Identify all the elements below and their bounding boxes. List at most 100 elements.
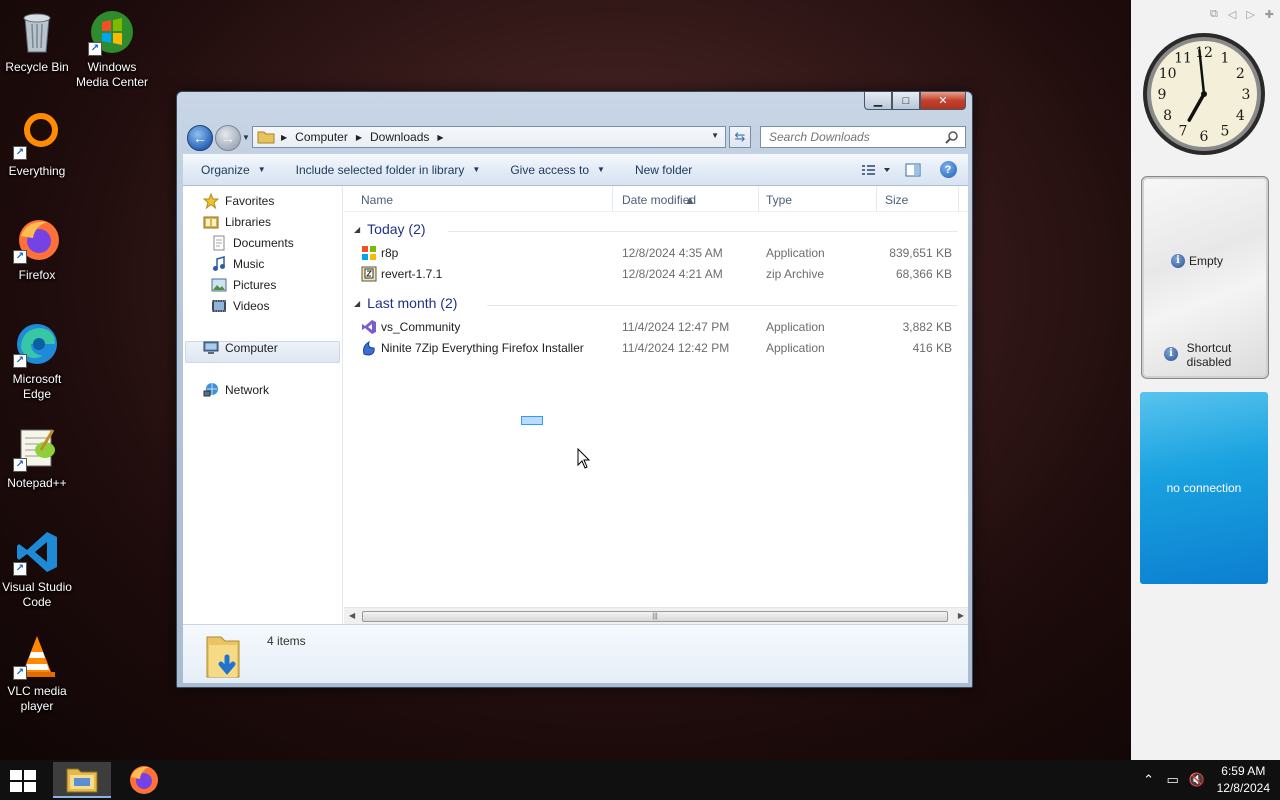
collapse-triangle-icon[interactable]: ◢ [354, 299, 360, 308]
maximize-button[interactable]: □ [892, 92, 920, 110]
breadcrumb-computer[interactable]: Computer [295, 130, 348, 144]
horizontal-scrollbar[interactable]: ◀ ||| ▶ [344, 607, 968, 624]
nav-item-favorites[interactable]: Favorites [203, 193, 274, 209]
column-header-date-modified[interactable]: Date modified [622, 193, 696, 207]
column-header-type[interactable]: Type [766, 193, 792, 207]
slideshow-gadget[interactable]: i Empty i Shortcut disabled [1141, 176, 1269, 379]
start-button[interactable] [8, 768, 38, 794]
add-gadget-icon[interactable]: ✚ [1265, 8, 1274, 21]
column-divider[interactable] [758, 186, 759, 212]
file-size: 416 KB [912, 341, 952, 355]
preview-pane-icon [905, 163, 921, 176]
item-count: 4 items [267, 634, 306, 648]
clock-gadget[interactable]: 12 12 3 45678 9 1011 [1141, 31, 1267, 157]
nav-item-computer[interactable]: Computer [203, 340, 278, 356]
nav-item-network[interactable]: Network [203, 382, 269, 398]
close-button[interactable]: ✕ [920, 92, 966, 110]
nav-item-videos[interactable]: Videos [211, 298, 269, 314]
action-center-icon[interactable]: ▭ [1161, 772, 1185, 788]
scroll-left-icon[interactable]: ◀ [349, 611, 355, 620]
clock-numeral: 4 [1236, 108, 1245, 124]
gadget-gallery-icon[interactable]: ⧉ [1210, 8, 1218, 21]
desktop-icon-vlc[interactable]: ↗ VLC media player [0, 632, 74, 714]
group-divider [487, 305, 958, 306]
group-header-last-month[interactable]: ◢ Last month (2) [354, 295, 457, 311]
desktop-icon-recycle-bin[interactable]: Recycle Bin [0, 8, 74, 75]
scroll-right-icon[interactable]: ▶ [958, 611, 964, 620]
star-icon [203, 193, 219, 209]
file-row[interactable]: revert-1.7.1 12/8/2024 4:21 AM zip Archi… [344, 263, 968, 284]
breadcrumb-separator-icon[interactable]: ▶ [437, 133, 443, 142]
nav-item-label: Pictures [233, 278, 277, 292]
back-button[interactable]: ← [187, 125, 213, 151]
refresh-button[interactable]: ⇆ [729, 126, 751, 148]
weather-status: no connection [1166, 481, 1242, 495]
group-header-today[interactable]: ◢ Today (2) [354, 221, 426, 237]
group-label: Last month (2) [367, 295, 458, 311]
change-view-button[interactable] [854, 154, 898, 185]
column-divider[interactable] [876, 186, 877, 212]
help-button[interactable]: ? [928, 154, 968, 185]
taskbar-firefox[interactable] [114, 762, 172, 798]
next-icon[interactable]: ▷ [1246, 8, 1254, 21]
shortcut-arrow-icon: ↗ [13, 666, 27, 680]
file-row[interactable]: vs_Community 11/4/2024 12:47 PM Applicat… [344, 316, 968, 337]
file-name: Ninite 7Zip Everything Firefox Installer [381, 341, 584, 355]
nav-item-pictures[interactable]: Pictures [211, 277, 276, 293]
desktop-icon-edge[interactable]: ↗ Microsoft Edge [0, 320, 74, 402]
nav-item-documents[interactable]: Documents [211, 235, 294, 251]
file-row[interactable]: Ninite 7Zip Everything Firefox Installer… [344, 337, 968, 358]
forward-button[interactable]: → [215, 125, 241, 151]
previous-icon[interactable]: ◁ [1228, 8, 1236, 21]
shortcut-arrow-icon: ↗ [13, 458, 27, 472]
search-box[interactable] [760, 126, 966, 148]
desktop-icon-vscode[interactable]: ↗ Visual Studio Code [0, 528, 74, 610]
file-row[interactable]: r8p 12/8/2024 4:35 AM Application 839,65… [344, 242, 968, 263]
file-name: vs_Community [381, 320, 461, 334]
column-header-name[interactable]: Name [361, 193, 393, 207]
include-in-library-menu[interactable]: Include selected folder in library ▼ [278, 154, 493, 185]
vlc-icon: ↗ [13, 632, 61, 680]
column-divider[interactable] [958, 186, 959, 212]
desktop-icon-notepad-plus-plus[interactable]: ↗ Notepad++ [0, 424, 74, 491]
scrollbar-thumb[interactable]: ||| [362, 611, 948, 622]
desktop-icon-everything[interactable]: ↗ Everything [0, 112, 74, 179]
address-dropdown-icon[interactable]: ▼ [711, 131, 719, 140]
column-divider[interactable] [612, 186, 613, 212]
give-access-menu[interactable]: Give access to ▼ [492, 154, 617, 185]
breadcrumb-separator-icon[interactable]: ▶ [281, 133, 287, 142]
organize-menu[interactable]: Organize ▼ [183, 154, 278, 185]
clock-numeral: 11 [1174, 51, 1192, 67]
selection-rectangle [521, 416, 543, 425]
collapse-triangle-icon[interactable]: ◢ [354, 225, 360, 234]
address-bar[interactable]: ▶ Computer ▶ Downloads ▶ ▼ [252, 126, 726, 148]
desktop-icon-firefox[interactable]: ↗ Firefox [0, 216, 74, 283]
nav-item-label: Libraries [225, 215, 272, 229]
shortcut-arrow-icon: ↗ [13, 250, 27, 264]
clock-numeral: 5 [1221, 123, 1230, 139]
taskbar-file-explorer[interactable] [53, 762, 111, 798]
weather-gadget[interactable]: no connection [1140, 392, 1268, 584]
give-access-label: Give access to [510, 162, 590, 177]
column-header-size[interactable]: Size [885, 193, 908, 207]
desktop-icon-media-center[interactable]: ↗ Windows Media Center [75, 8, 149, 90]
nav-item-label: Computer [225, 341, 278, 355]
desktop-icon-label: Visual Studio Code [2, 580, 72, 609]
search-icon[interactable] [945, 130, 959, 144]
recent-pages-dropdown[interactable]: ▼ [242, 133, 250, 142]
volume-muted-icon[interactable]: 🔇 [1185, 772, 1209, 788]
taskbar-clock[interactable]: 6:59 AM 12/8/2024 [1217, 763, 1270, 797]
nav-item-label: Documents [233, 236, 294, 250]
show-hidden-icons-icon[interactable]: ⌃ [1137, 772, 1161, 788]
libraries-icon [203, 214, 219, 230]
nav-item-music[interactable]: Music [211, 256, 264, 272]
pictures-icon [211, 277, 227, 293]
breadcrumb-downloads[interactable]: Downloads [370, 130, 429, 144]
preview-pane-button[interactable] [898, 154, 928, 185]
group-divider [448, 231, 958, 232]
nav-item-libraries[interactable]: Libraries [203, 214, 271, 230]
search-input[interactable] [769, 130, 939, 144]
breadcrumb-separator-icon[interactable]: ▶ [356, 133, 362, 142]
new-folder-button[interactable]: New folder [617, 154, 704, 185]
minimize-button[interactable]: ▁ [864, 92, 892, 110]
